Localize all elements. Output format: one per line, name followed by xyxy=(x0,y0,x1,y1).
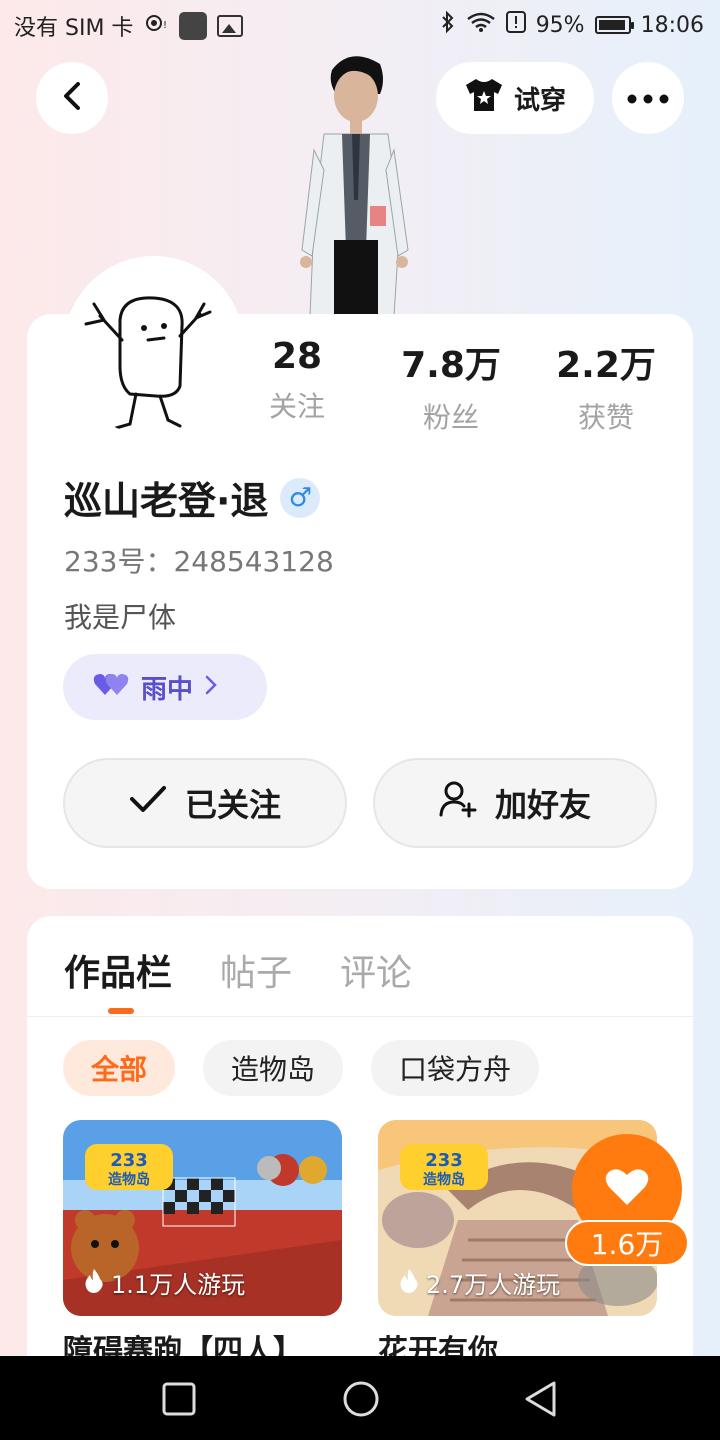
tab-comments[interactable]: 评论 xyxy=(340,944,412,996)
recent-apps-icon[interactable] xyxy=(162,1382,196,1420)
following-button[interactable]: 已关注 xyxy=(63,758,347,848)
user-avatar[interactable] xyxy=(64,256,244,436)
stat-fans[interactable]: 7.8万 粉丝 xyxy=(381,336,521,436)
filter-all[interactable]: 全部 xyxy=(63,1040,176,1096)
following-label: 已关注 xyxy=(184,786,281,824)
filter-pocket-ark[interactable]: 口袋方舟 xyxy=(371,1040,540,1096)
relationship-tag[interactable]: 雨中 xyxy=(63,654,267,720)
stat-label: 关注 xyxy=(268,390,325,423)
play-count-label: 1.1万人游玩 xyxy=(111,1271,246,1299)
stat-following[interactable]: 28 关注 xyxy=(227,336,367,425)
bluetooth-icon xyxy=(440,10,456,40)
fire-icon xyxy=(83,1267,105,1299)
svg-text:233: 233 xyxy=(110,1150,148,1171)
filter-creation-island[interactable]: 造物岛 xyxy=(203,1040,344,1096)
battery-icon xyxy=(594,16,634,34)
user-bio: 我是尸体 xyxy=(64,601,177,634)
battery-percent: 95% xyxy=(535,12,585,38)
stat-likes[interactable]: 2.2万 获赞 xyxy=(536,336,676,436)
svg-text:233: 233 xyxy=(425,1150,463,1171)
more-options-button[interactable] xyxy=(612,62,684,134)
status-bar: 没有 SIM 卡 ! 95% 18:06 xyxy=(0,0,720,50)
game-logo-icon: 233 造物岛 xyxy=(85,1144,173,1190)
play-count-label: 2.7万人游玩 xyxy=(426,1271,561,1299)
user-id[interactable]: 233号：248543128 xyxy=(64,540,334,580)
avatar-character[interactable] xyxy=(290,50,420,317)
tab-posts[interactable]: 帖子 xyxy=(220,944,292,996)
check-icon xyxy=(129,784,167,822)
username: 巡山老登·退 xyxy=(64,479,269,523)
app-notification-icon xyxy=(179,12,208,40)
svg-text:造物岛: 造物岛 xyxy=(108,1171,150,1188)
svg-text:!: ! xyxy=(163,20,167,31)
wifi-icon xyxy=(466,11,496,39)
tag-label: 雨中 xyxy=(141,674,194,705)
works-tabs: 作品栏 帖子 评论 xyxy=(64,944,412,1014)
tshirt-icon xyxy=(464,77,504,120)
back-nav-icon[interactable] xyxy=(522,1380,558,1422)
svg-text:造物岛: 造物岛 xyxy=(423,1171,465,1188)
tabs-divider xyxy=(27,1016,693,1017)
game-card-obstacle-race[interactable]: 233 造物岛 1.1万人游玩 xyxy=(63,1120,342,1316)
stat-label: 获赞 xyxy=(577,401,634,434)
stat-value: 7.8万 xyxy=(401,345,501,386)
home-icon[interactable] xyxy=(342,1380,380,1422)
image-notification-icon xyxy=(217,15,244,37)
add-user-icon xyxy=(439,780,477,826)
game-logo-icon: 233 造物岛 xyxy=(400,1144,488,1190)
alert-icon xyxy=(505,11,526,39)
male-gender-icon: ♂ xyxy=(280,477,321,518)
stat-value: 2.2万 xyxy=(556,345,656,386)
system-navigation-bar xyxy=(0,1356,720,1440)
try-on-label: 试穿 xyxy=(513,85,566,116)
stat-value: 28 xyxy=(271,336,323,377)
hotspot-icon: ! xyxy=(143,12,169,40)
carrier-text: 没有 SIM 卡 xyxy=(14,16,134,41)
chevron-right-icon xyxy=(205,672,217,702)
back-button[interactable] xyxy=(36,62,108,134)
add-friend-button[interactable]: 加好友 xyxy=(373,758,657,848)
like-count-badge: 1.6万 xyxy=(565,1220,689,1266)
play-count: 2.7万人游玩 xyxy=(398,1265,560,1300)
works-filter-chips: 全部 造物岛 口袋方舟 xyxy=(63,1040,540,1096)
play-count: 1.1万人游玩 xyxy=(83,1265,245,1300)
heart-icon xyxy=(604,1167,650,1211)
clock-time: 18:06 xyxy=(640,12,704,38)
stat-label: 粉丝 xyxy=(422,401,479,434)
try-on-button[interactable]: 试穿 xyxy=(436,62,594,134)
add-friend-label: 加好友 xyxy=(494,786,591,824)
fire-icon xyxy=(398,1267,420,1299)
more-dots-icon xyxy=(627,89,669,108)
heart-pair-icon xyxy=(93,671,129,704)
tab-works[interactable]: 作品栏 xyxy=(64,944,172,1014)
back-arrow-icon xyxy=(60,80,84,116)
profile-name-row: 巡山老登·退 ♂ xyxy=(64,470,321,525)
